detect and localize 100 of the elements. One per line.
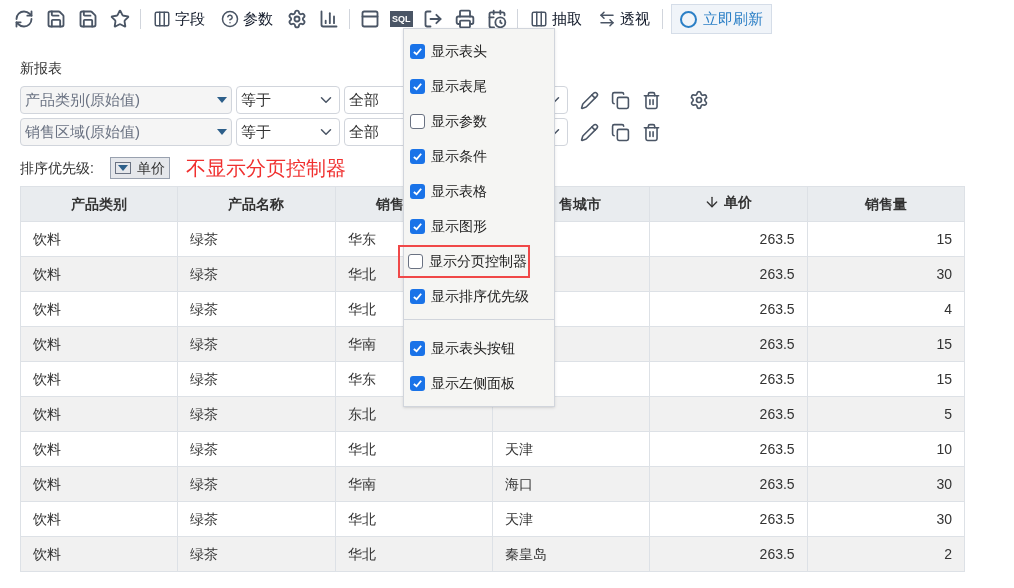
table-cell: 263.5 — [649, 256, 808, 292]
operator-dropdown[interactable]: 等于 — [236, 118, 340, 146]
checkbox[interactable] — [410, 79, 425, 94]
table-cell: 绿茶 — [177, 396, 336, 432]
columns-icon — [529, 10, 548, 28]
menu-item[interactable]: 显示条件 — [404, 140, 554, 173]
caret-icon — [117, 165, 128, 171]
checkbox[interactable] — [410, 376, 425, 391]
menu-item[interactable]: 显示参数 — [404, 105, 554, 138]
toolbar-button[interactable]: 参数 — [213, 3, 281, 35]
table-cell: 263.5 — [649, 396, 808, 432]
checkbox[interactable] — [410, 184, 425, 199]
table-cell: 天津 — [492, 431, 650, 467]
help-icon — [221, 10, 239, 28]
check-icon — [412, 221, 423, 232]
column-header[interactable]: 单价 — [649, 186, 808, 222]
table-cell: 绿茶 — [177, 361, 336, 397]
checkbox[interactable] — [410, 114, 425, 129]
table-cell: 饮料 — [20, 221, 178, 257]
caret-icon — [217, 97, 227, 103]
table-cell: 华北 — [335, 501, 493, 537]
table-cell: 秦皇岛 — [492, 536, 650, 572]
edit-icon[interactable] — [580, 90, 599, 110]
toolbar-button[interactable]: 透视 — [589, 3, 658, 35]
toolbar-button[interactable]: 字段 — [145, 3, 213, 35]
delete-icon[interactable] — [642, 90, 661, 110]
settings-icon[interactable] — [689, 90, 709, 110]
delete-icon[interactable] — [642, 122, 661, 142]
table-cell: 263.5 — [649, 466, 808, 502]
sort-chip[interactable]: 单价 — [109, 157, 170, 179]
table-cell: 绿茶 — [177, 466, 336, 502]
operator-dropdown[interactable]: 等于 — [236, 86, 340, 114]
table-cell: 263.5 — [649, 221, 808, 257]
table-cell: 263.5 — [649, 291, 808, 327]
table-cell: 4 — [807, 291, 965, 327]
checkbox[interactable] — [410, 341, 425, 356]
check-icon — [412, 46, 423, 57]
table-cell: 15 — [807, 361, 965, 397]
table-cell: 饮料 — [20, 466, 178, 502]
table-cell: 华南 — [335, 466, 493, 502]
table-cell: 263.5 — [649, 361, 808, 397]
table-cell: 5 — [807, 396, 965, 432]
table-cell: 绿茶 — [177, 536, 336, 572]
table-cell: 263.5 — [649, 536, 808, 572]
table-cell: 绿茶 — [177, 431, 336, 467]
table-cell: 2 — [807, 536, 965, 572]
sql-button[interactable]: SQL — [390, 11, 413, 27]
copy-icon[interactable] — [611, 90, 630, 110]
sort-label: 排序优先级: — [20, 158, 94, 178]
field-dropdown[interactable]: 产品类别(原始值) — [20, 86, 232, 114]
swap-icon — [597, 10, 616, 28]
check-icon — [412, 81, 423, 92]
checkbox[interactable] — [410, 219, 425, 234]
edit-icon[interactable] — [580, 122, 599, 142]
menu-item[interactable]: 显示表尾 — [404, 70, 554, 103]
table-cell: 绿茶 — [177, 221, 336, 257]
menu-item[interactable]: 显示分页控制器 — [398, 245, 530, 278]
menu-item[interactable]: 显示表头 — [404, 35, 554, 68]
check-icon — [412, 186, 423, 197]
refresh-now-button[interactable]: 立即刷新 — [670, 4, 772, 34]
table-cell: 饮料 — [20, 396, 178, 432]
table-cell: 绿茶 — [177, 501, 336, 537]
column-header[interactable]: 产品类别 — [20, 186, 178, 222]
toolbar-button[interactable]: 抽取 — [521, 3, 590, 35]
table-cell: 天津 — [492, 501, 650, 537]
checkbox[interactable] — [410, 149, 425, 164]
table-cell: 饮料 — [20, 536, 178, 572]
column-header[interactable]: 销售量 — [807, 186, 965, 222]
table-cell: 15 — [807, 221, 965, 257]
table-cell: 海口 — [492, 466, 650, 502]
table-cell: 饮料 — [20, 361, 178, 397]
table-cell: 30 — [807, 466, 965, 502]
table-cell: 饮料 — [20, 431, 178, 467]
refresh-icon — [679, 10, 697, 28]
annotation-text: 不显示分页控制器 — [185, 156, 346, 181]
table-cell: 绿茶 — [177, 256, 336, 292]
table-cell: 10 — [807, 431, 965, 467]
report-title: 新报表 — [20, 59, 63, 78]
check-icon — [412, 378, 423, 389]
field-dropdown[interactable]: 销售区域(原始值) — [20, 118, 232, 146]
table-cell: 华北 — [335, 536, 493, 572]
table-cell: 华北 — [335, 431, 493, 467]
check-icon — [412, 343, 423, 354]
table-cell: 饮料 — [20, 326, 178, 362]
checkbox[interactable] — [410, 289, 425, 304]
table-cell: 30 — [807, 501, 965, 537]
table-cell: 263.5 — [649, 501, 808, 537]
check-icon — [412, 291, 423, 302]
caret-icon — [217, 129, 227, 135]
table-cell: 263.5 — [649, 326, 808, 362]
table-cell: 饮料 — [20, 291, 178, 327]
check-icon — [412, 151, 423, 162]
table-cell: 30 — [807, 256, 965, 292]
checkbox[interactable] — [408, 254, 423, 269]
checkbox[interactable] — [410, 44, 425, 59]
column-header[interactable]: 产品名称 — [177, 186, 336, 222]
table-cell: 饮料 — [20, 501, 178, 537]
table-cell: 263.5 — [649, 431, 808, 467]
table-cell: 饮料 — [20, 256, 178, 292]
copy-icon[interactable] — [611, 122, 630, 142]
